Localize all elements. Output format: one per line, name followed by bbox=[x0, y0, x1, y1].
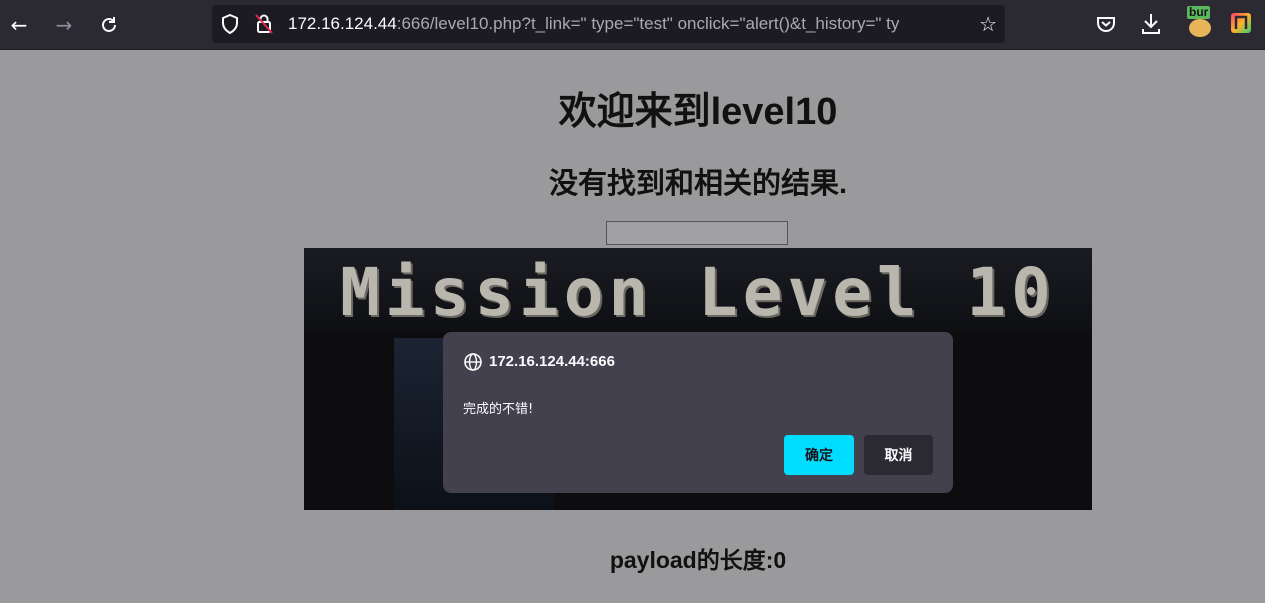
address-bar[interactable]: 172.16.124.44:666/level10.php?t_link=" t… bbox=[212, 5, 1005, 43]
globe-icon bbox=[464, 353, 482, 371]
ok-button[interactable]: 确定 bbox=[784, 435, 854, 475]
back-button[interactable]: ← bbox=[4, 10, 34, 40]
payload-length: payload的长度:0 bbox=[609, 547, 787, 573]
pocket-icon bbox=[1097, 17, 1115, 32]
extension-button[interactable] bbox=[1230, 12, 1252, 34]
dialog-message: 完成的不错! bbox=[463, 402, 534, 417]
bookmark-star-icon[interactable]: ☆ bbox=[979, 14, 997, 34]
downloads-button[interactable] bbox=[1139, 10, 1165, 38]
search-input[interactable] bbox=[606, 221, 788, 245]
alert-dialog: 172.16.124.44:666 完成的不错! 确定 取消 bbox=[443, 332, 953, 493]
url-host: 172.16.124.44 bbox=[288, 14, 397, 33]
forward-button[interactable]: → bbox=[49, 10, 79, 40]
back-arrow-icon: ← bbox=[10, 13, 28, 37]
cancel-button[interactable]: 取消 bbox=[864, 435, 933, 475]
browser-toolbar: ← → 172.16.124.44:666/level10.php?t_link… bbox=[0, 0, 1265, 50]
dialog-origin: 172.16.124.44:666 bbox=[489, 353, 615, 370]
page-title: 欢迎来到level10 bbox=[558, 91, 838, 133]
extension-icon bbox=[1231, 13, 1251, 33]
banner-text: Mission Level 10 bbox=[340, 254, 1056, 331]
insecure-lock-icon[interactable] bbox=[254, 14, 274, 34]
reload-icon bbox=[102, 17, 116, 32]
url-path: :666/level10.php?t_link=" type="test" on… bbox=[396, 14, 900, 33]
forward-arrow-icon: → bbox=[55, 13, 73, 37]
burp-extension-button[interactable]: bur bbox=[1185, 6, 1215, 40]
result-text: 没有找到和相关的结果. bbox=[548, 168, 848, 200]
reload-button[interactable] bbox=[94, 10, 124, 40]
download-icon bbox=[1142, 14, 1160, 34]
shield-icon[interactable] bbox=[220, 14, 240, 34]
burp-face-icon bbox=[1189, 19, 1211, 37]
burp-badge: bur bbox=[1187, 5, 1211, 19]
pocket-button[interactable] bbox=[1094, 10, 1120, 38]
url-text[interactable]: 172.16.124.44:666/level10.php?t_link=" t… bbox=[288, 5, 968, 43]
